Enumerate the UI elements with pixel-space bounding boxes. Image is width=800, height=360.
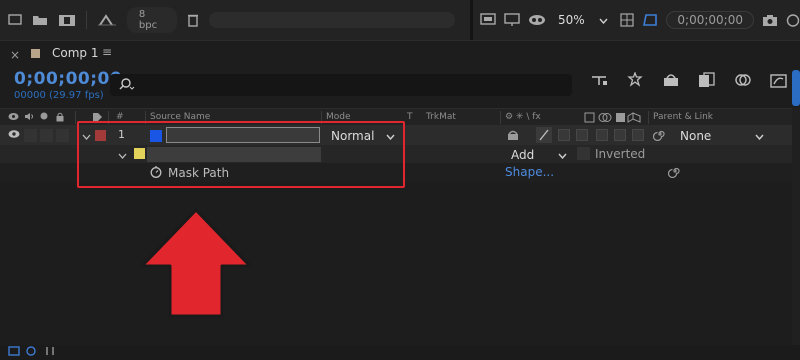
snapshot-icon[interactable] — [786, 13, 800, 27]
eye-icon[interactable] — [8, 129, 20, 142]
frame-rate-readout: 00000 (29.97 fps) — [14, 90, 104, 101]
viewer-timecode[interactable]: 0;00;00;00 — [666, 11, 754, 29]
transfer-controls-toggle-icon[interactable] — [26, 346, 38, 359]
search-icon — [118, 77, 136, 94]
chevron-down-icon — [558, 148, 567, 162]
chevron-down-icon — [599, 13, 608, 27]
project-scrollbar[interactable] — [208, 12, 455, 28]
current-timecode[interactable]: 0;00;00;00 — [14, 69, 122, 89]
current-time-display[interactable]: 0;00;00;00 00000 (29.97 fps) — [14, 69, 122, 101]
quality-switch-icon[interactable] — [536, 127, 552, 143]
timeline-tab-row: × Comp 1 ≡ — [0, 40, 800, 66]
frame-blend-switch[interactable] — [576, 129, 588, 141]
mask-mode-value: Add — [511, 147, 535, 162]
parent-value: None — [680, 128, 712, 143]
3d-layer-switch[interactable] — [632, 129, 644, 141]
motion-blur-switch[interactable] — [596, 129, 608, 141]
solo-switch-icon[interactable] — [40, 112, 48, 123]
toolbar-divider — [86, 11, 87, 29]
column-parent-header[interactable]: Parent & Link — [653, 112, 713, 122]
layer-switches-toggle-icon[interactable] — [8, 346, 20, 359]
motion-blur-icon[interactable] — [97, 13, 117, 27]
timeline-footer — [0, 345, 800, 360]
column-divider — [500, 111, 501, 124]
panel-menu-icon[interactable]: ≡ — [102, 45, 112, 59]
audio-switch-icon[interactable] — [24, 112, 34, 124]
up-arrow-icon — [140, 208, 252, 318]
mask-visibility-icon[interactable] — [528, 14, 546, 26]
graph-editor-icon[interactable] — [770, 72, 788, 88]
fast-previews-icon[interactable] — [480, 13, 496, 27]
column-divider — [648, 111, 649, 124]
timeline-edge — [792, 108, 800, 345]
zoom-dropdown[interactable]: 50% — [554, 10, 612, 30]
comp-color-chip — [31, 49, 40, 58]
mask-mode-dropdown[interactable]: Add — [505, 146, 573, 163]
preview-toolbar: 8 bpc — [0, 7, 455, 33]
bit-depth-button[interactable]: 8 bpc — [126, 7, 177, 33]
solo-switch[interactable] — [40, 129, 53, 142]
zoom-value: 50% — [558, 13, 585, 27]
layer-search-input[interactable] — [110, 74, 572, 96]
flowchart-icon[interactable] — [590, 73, 608, 87]
video-switch-icon[interactable] — [8, 112, 19, 124]
camera-icon[interactable] — [762, 14, 778, 27]
shy-layers-icon[interactable] — [662, 72, 680, 88]
tab-comp-1[interactable]: Comp 1 — [52, 46, 98, 60]
column-trkmat-header[interactable]: TrkMat — [426, 112, 456, 122]
pick-whip-icon[interactable] — [667, 164, 682, 182]
trash-icon[interactable] — [187, 13, 199, 27]
audio-switch[interactable] — [24, 129, 37, 142]
effects-switch[interactable] — [558, 129, 570, 141]
inverted-checkbox[interactable] — [577, 147, 590, 160]
viewer-toolbar: 50% 0;00;00;00 — [476, 6, 800, 34]
display-icon[interactable] — [504, 13, 520, 27]
timeline-switch-tools — [590, 72, 788, 88]
motion-blur-switch-icon[interactable] — [734, 72, 752, 88]
region-of-interest-icon[interactable] — [642, 13, 658, 27]
highlight-box — [77, 121, 405, 188]
inverted-label: Inverted — [595, 147, 646, 161]
panel-divider — [470, 0, 473, 40]
column-divider — [75, 111, 76, 124]
frame-blending-icon[interactable] — [698, 72, 716, 88]
mask-shape-link[interactable]: Shape... — [505, 165, 554, 179]
vertical-scrollbar[interactable] — [792, 70, 800, 106]
column-t-header[interactable]: T — [407, 112, 413, 122]
pick-whip-icon[interactable] — [652, 127, 667, 145]
in-out-toggle-icon[interactable] — [44, 346, 56, 359]
adjustment-switch[interactable] — [614, 129, 626, 141]
folder-icon[interactable] — [32, 14, 48, 26]
top-toolbar: 8 bpc 50% 0;00;00;00 — [0, 0, 800, 40]
parent-dropdown[interactable]: None — [674, 127, 770, 144]
lock-switch[interactable] — [56, 129, 69, 142]
shy-switch-icon[interactable] — [506, 129, 520, 144]
draft-3d-icon[interactable] — [626, 72, 644, 88]
lock-switch-icon[interactable] — [56, 112, 64, 125]
film-icon[interactable] — [58, 14, 76, 27]
column-switches-header[interactable]: ⚙ ✳ \ fx — [505, 112, 541, 122]
chevron-down-icon — [755, 129, 764, 143]
grid-icon[interactable] — [620, 13, 635, 27]
column-switch-icons — [584, 112, 644, 126]
close-icon[interactable]: × — [10, 48, 20, 62]
monitor-icon[interactable] — [8, 14, 22, 26]
